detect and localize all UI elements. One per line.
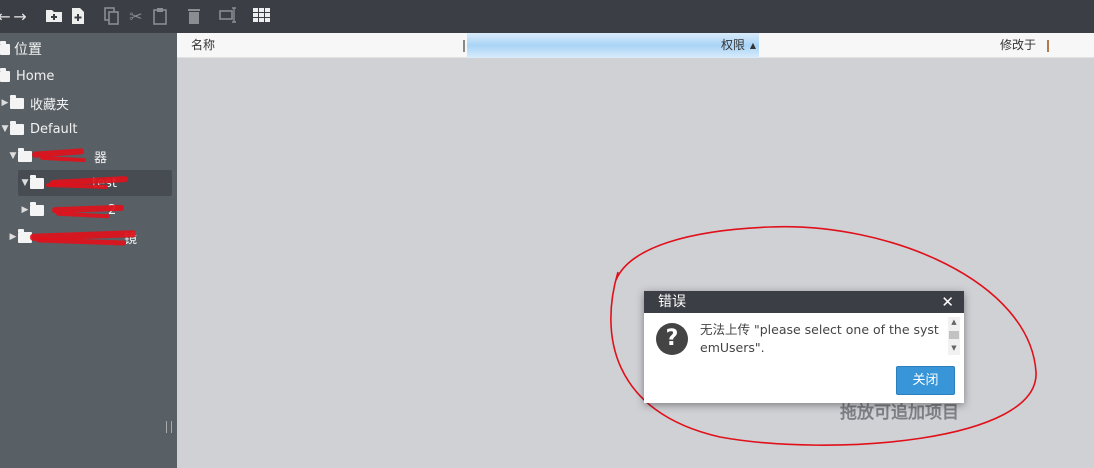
dialog-title: 错误 bbox=[658, 294, 686, 310]
column-name[interactable]: 名称 bbox=[191, 33, 215, 58]
scroll-down-icon[interactable]: ▼ bbox=[948, 343, 960, 353]
column-resize-handle[interactable] bbox=[1047, 40, 1049, 52]
dialog-body: ? 无法上传 "please select one of the systemU… bbox=[644, 313, 964, 403]
column-permission-label: 权限 bbox=[720, 38, 745, 52]
column-modified[interactable]: 修改于 bbox=[1000, 33, 1036, 58]
sidebar-item-label: Home bbox=[16, 68, 55, 84]
home-icon bbox=[0, 67, 10, 82]
sidebar-item-default[interactable]: ▼ Default bbox=[0, 116, 177, 142]
places-label: 位置 bbox=[14, 42, 42, 58]
caret-down-icon[interactable]: ▼ bbox=[0, 124, 10, 134]
folder-icon bbox=[30, 201, 44, 216]
caret-down-icon[interactable]: ▼ bbox=[8, 151, 18, 161]
caret-right-icon[interactable]: ▶ bbox=[20, 205, 30, 215]
folder-icon bbox=[10, 120, 24, 135]
folder-icon bbox=[18, 147, 32, 162]
caret-down-icon[interactable]: ▼ bbox=[20, 178, 30, 188]
folder-icon bbox=[10, 94, 24, 109]
new-folder-icon[interactable] bbox=[44, 7, 64, 27]
close-icon[interactable]: ✕ bbox=[941, 291, 954, 313]
dialog-scrollbar[interactable]: ▲ ▼ bbox=[948, 317, 960, 355]
column-header: 名称 权限 ▲ 修改于 bbox=[177, 33, 1094, 58]
folder-icon bbox=[30, 174, 44, 189]
close-button[interactable]: 关闭 bbox=[896, 366, 955, 395]
column-permission[interactable]: 权限 ▲ bbox=[467, 33, 759, 58]
sidebar-item-favorites[interactable]: ▶ 收藏夹 bbox=[0, 90, 177, 116]
scroll-up-icon[interactable]: ▲ bbox=[948, 317, 960, 327]
scroll-thumb[interactable] bbox=[949, 331, 959, 339]
sidebar-item-label: 器 bbox=[94, 150, 108, 166]
sidebar-item-server[interactable]: ▼ 器 bbox=[0, 143, 177, 169]
caret-right-icon[interactable]: ▶ bbox=[0, 98, 10, 108]
forward-icon[interactable]: → bbox=[10, 7, 30, 27]
sort-ascending-icon: ▲ bbox=[749, 41, 756, 50]
dialog-titlebar[interactable]: 错误 ✕ bbox=[644, 291, 964, 313]
sidebar-resize-handle[interactable] bbox=[166, 421, 172, 433]
sidebar-item-label: Default bbox=[30, 121, 78, 137]
grid-view-icon[interactable] bbox=[252, 7, 272, 27]
error-dialog: 错误 ✕ ? 无法上传 "please select one of the sy… bbox=[644, 291, 964, 403]
copy-icon[interactable] bbox=[102, 7, 122, 27]
column-resize-handle[interactable] bbox=[463, 40, 465, 52]
dialog-message: 无法上传 "please select one of the systemUse… bbox=[700, 322, 939, 355]
caret-right-icon[interactable]: ▶ bbox=[8, 232, 18, 242]
rename-icon[interactable] bbox=[218, 7, 238, 27]
sidebar-item-label: 收藏夹 bbox=[30, 97, 70, 113]
sidebar: 位置 Home ▶ 收藏夹 ▼ Default ▼ 器 ▼ test ▶ 2 ▶… bbox=[0, 33, 177, 468]
new-file-icon[interactable] bbox=[68, 7, 88, 27]
places-root[interactable]: 位置 bbox=[0, 36, 177, 62]
delete-icon[interactable] bbox=[184, 7, 204, 27]
cut-icon[interactable]: ✂ bbox=[126, 7, 146, 27]
paste-icon[interactable] bbox=[150, 7, 170, 27]
question-icon: ? bbox=[656, 323, 688, 355]
toolbar: ← → ✂ bbox=[0, 0, 1094, 33]
sidebar-item-home[interactable]: Home bbox=[0, 63, 177, 89]
places-icon bbox=[0, 40, 10, 55]
